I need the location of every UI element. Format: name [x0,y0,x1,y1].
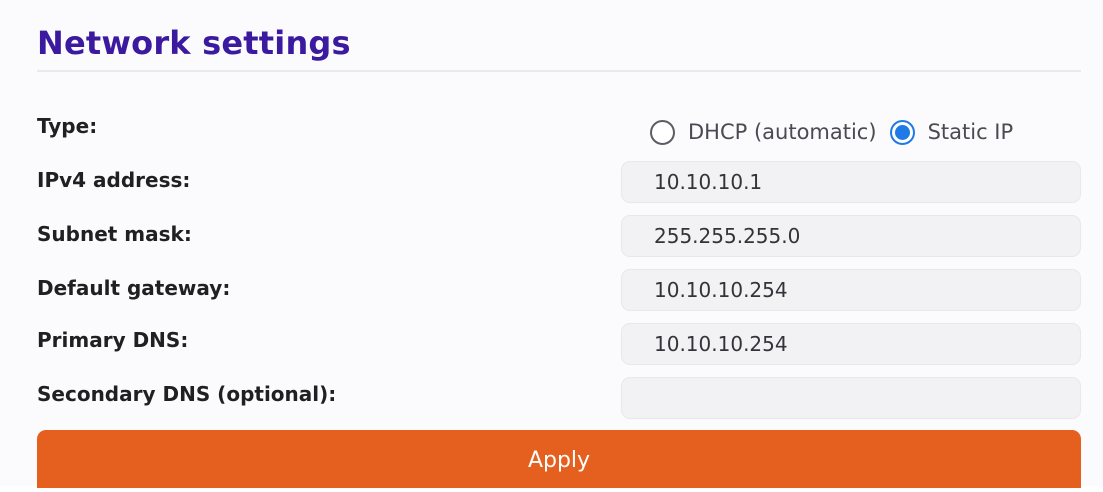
apply-button[interactable]: Apply [37,430,1081,488]
title-divider [37,70,1081,72]
subnet-mask-label: Subnet mask: [37,222,192,246]
radio-dhcp-label: DHCP (automatic) [688,120,877,144]
subnet-mask-input[interactable] [621,215,1081,257]
radio-option-dhcp[interactable]: DHCP (automatic) [650,119,877,145]
secondary-dns-label: Secondary DNS (optional): [37,382,337,406]
primary-dns-input[interactable] [621,323,1081,365]
default-gateway-label: Default gateway: [37,276,231,300]
ipv4-label: IPv4 address: [37,168,191,192]
ipv4-address-input[interactable] [621,161,1081,203]
radio-static-ip[interactable] [889,119,915,145]
network-settings-panel: Network settings Type: DHCP (automatic) … [0,0,1103,488]
primary-dns-label: Primary DNS: [37,328,189,352]
radio-static-ip-label: Static IP [927,120,1014,144]
secondary-dns-input[interactable] [621,377,1081,419]
type-label: Type: [37,114,98,138]
radio-option-static-ip[interactable]: Static IP [889,119,1014,145]
default-gateway-input[interactable] [621,269,1081,311]
type-radio-group: DHCP (automatic) Static IP [650,117,1013,147]
radio-dhcp[interactable] [650,119,675,145]
page-title: Network settings [37,24,351,62]
